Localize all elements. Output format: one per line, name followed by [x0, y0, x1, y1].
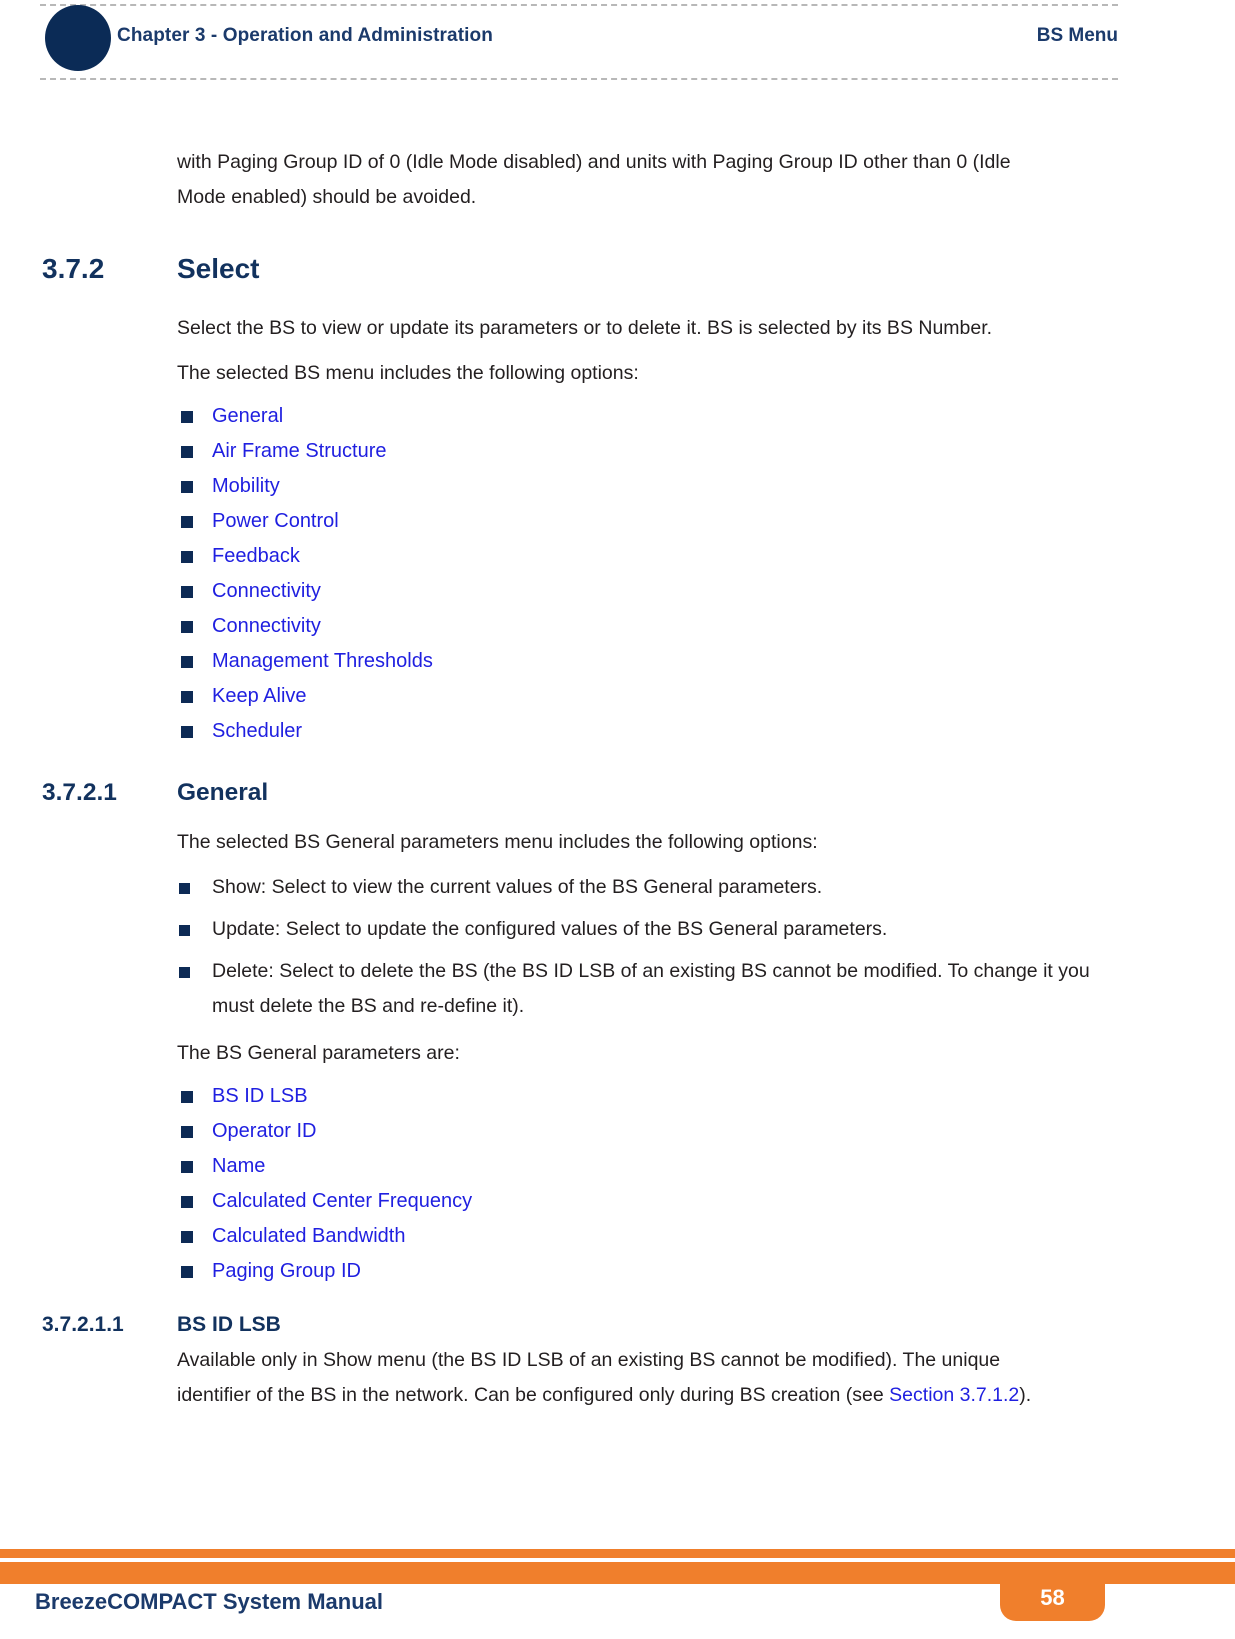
link-name[interactable]: Name [212, 1155, 265, 1177]
header-bottom-rule [40, 78, 1118, 80]
paragraph-tail-text: ). [1019, 1384, 1032, 1406]
square-bullet-icon [179, 925, 190, 936]
page-header: Chapter 3 - Operation and Administration… [0, 0, 1235, 90]
header-section-title: BS Menu [1036, 25, 1118, 46]
general-menu-options-list: Show: Select to view the current values … [0, 870, 1235, 1024]
square-bullet-icon [181, 411, 193, 423]
heading-3-7-2-1-1: 3.7.2.1.1 BS ID LSB [42, 1313, 1122, 1337]
square-bullet-icon [181, 586, 193, 598]
header-top-rule [40, 4, 1118, 6]
heading-3-7-2-number: 3.7.2 [42, 253, 105, 284]
section-3-7-2-paragraph-1: Select the BS to view or update its para… [177, 317, 993, 339]
link-operator-id[interactable]: Operator ID [212, 1120, 316, 1142]
list-item[interactable]: BS ID LSB [177, 1079, 1235, 1114]
link-connectivity-1[interactable]: Connectivity [212, 580, 321, 602]
square-bullet-icon [179, 883, 190, 894]
list-item[interactable]: Calculated Center Frequency [177, 1184, 1235, 1219]
header-chapter-title: Chapter 3 - Operation and Administration [117, 25, 493, 46]
option-show: Show: Select to view the current values … [212, 876, 823, 898]
square-bullet-icon [181, 446, 193, 458]
link-connectivity-2[interactable]: Connectivity [212, 615, 321, 637]
section-3-7-2-1-1-paragraph: Available only in Show menu (the BS ID L… [177, 1343, 1063, 1413]
square-bullet-icon [181, 1126, 193, 1138]
link-mobility[interactable]: Mobility [212, 475, 280, 497]
list-item[interactable]: Connectivity [177, 574, 1235, 609]
section-3-7-2-paragraph-2: The selected BS menu includes the follow… [177, 362, 639, 384]
square-bullet-icon [181, 1091, 193, 1103]
link-feedback[interactable]: Feedback [212, 545, 300, 567]
list-item: Delete: Select to delete the BS (the BS … [177, 954, 1102, 1024]
square-bullet-icon [181, 516, 193, 528]
list-item[interactable]: Operator ID [177, 1114, 1235, 1149]
heading-3-7-2-1-1-number: 3.7.2.1.1 [42, 1313, 124, 1336]
heading-3-7-2-title: Select [177, 253, 260, 284]
list-item[interactable]: Name [177, 1149, 1235, 1184]
intro-paragraph: with Paging Group ID of 0 (Idle Mode dis… [177, 151, 1011, 208]
select-menu-options-list: General Air Frame Structure Mobility Pow… [0, 399, 1235, 749]
square-bullet-icon [181, 1196, 193, 1208]
link-air-frame-structure[interactable]: Air Frame Structure [212, 440, 386, 462]
list-item[interactable]: Connectivity [177, 609, 1235, 644]
list-item[interactable]: Power Control [177, 504, 1235, 539]
list-item[interactable]: Calculated Bandwidth [177, 1219, 1235, 1254]
heading-3-7-2-1: 3.7.2.1 General [42, 779, 1122, 807]
square-bullet-icon [181, 726, 193, 738]
square-bullet-icon [181, 1266, 193, 1278]
footer-manual-title: BreezeCOMPACT System Manual [35, 1589, 384, 1614]
heading-3-7-2-1-number: 3.7.2.1 [42, 779, 117, 806]
square-bullet-icon [181, 1161, 193, 1173]
page-number: 58 [1040, 1585, 1065, 1610]
list-item[interactable]: Keep Alive [177, 679, 1235, 714]
list-item[interactable]: Feedback [177, 539, 1235, 574]
link-calculated-bandwidth[interactable]: Calculated Bandwidth [212, 1225, 405, 1247]
square-bullet-icon [181, 656, 193, 668]
square-bullet-icon [179, 967, 190, 978]
list-item: Show: Select to view the current values … [177, 870, 1102, 905]
list-item[interactable]: Management Thresholds [177, 644, 1235, 679]
square-bullet-icon [181, 481, 193, 493]
link-scheduler[interactable]: Scheduler [212, 720, 302, 742]
link-general[interactable]: General [212, 405, 283, 427]
page-footer: 58 BreezeCOMPACT System Manual [0, 1549, 1235, 1639]
link-management-thresholds[interactable]: Management Thresholds [212, 650, 433, 672]
list-item[interactable]: General [177, 399, 1235, 434]
square-bullet-icon [181, 691, 193, 703]
square-bullet-icon [181, 1231, 193, 1243]
footer-rule-thin [0, 1549, 1235, 1558]
list-item: Update: Select to update the configured … [177, 912, 1102, 947]
section-3-7-2-1-paragraph-2: The BS General parameters are: [177, 1042, 460, 1064]
list-item[interactable]: Mobility [177, 469, 1235, 504]
option-update: Update: Select to update the configured … [212, 918, 888, 940]
link-calculated-center-frequency[interactable]: Calculated Center Frequency [212, 1190, 472, 1212]
section-3-7-2-1-paragraph-1: The selected BS General parameters menu … [177, 831, 818, 853]
link-paging-group-id[interactable]: Paging Group ID [212, 1260, 361, 1282]
heading-3-7-2-1-title: General [177, 779, 269, 806]
header-circle-decoration [45, 5, 111, 71]
option-delete: Delete: Select to delete the BS (the BS … [212, 960, 1090, 1017]
heading-3-7-2-1-1-title: BS ID LSB [177, 1313, 281, 1336]
paragraph-lead-text: Available only in Show menu (the BS ID L… [177, 1349, 1001, 1406]
link-bs-id-lsb[interactable]: BS ID LSB [212, 1085, 308, 1107]
general-parameters-list: BS ID LSB Operator ID Name Calculated Ce… [0, 1079, 1235, 1289]
link-keep-alive[interactable]: Keep Alive [212, 685, 307, 707]
link-power-control[interactable]: Power Control [212, 510, 339, 532]
page-content: with Paging Group ID of 0 (Idle Mode dis… [0, 90, 1235, 1413]
square-bullet-icon [181, 621, 193, 633]
list-item[interactable]: Air Frame Structure [177, 434, 1235, 469]
square-bullet-icon [181, 551, 193, 563]
list-item[interactable]: Paging Group ID [177, 1254, 1235, 1289]
list-item[interactable]: Scheduler [177, 714, 1235, 749]
link-section-3-7-1-2[interactable]: Section 3.7.1.2 [889, 1384, 1019, 1406]
heading-3-7-2: 3.7.2 Select [42, 253, 1122, 285]
